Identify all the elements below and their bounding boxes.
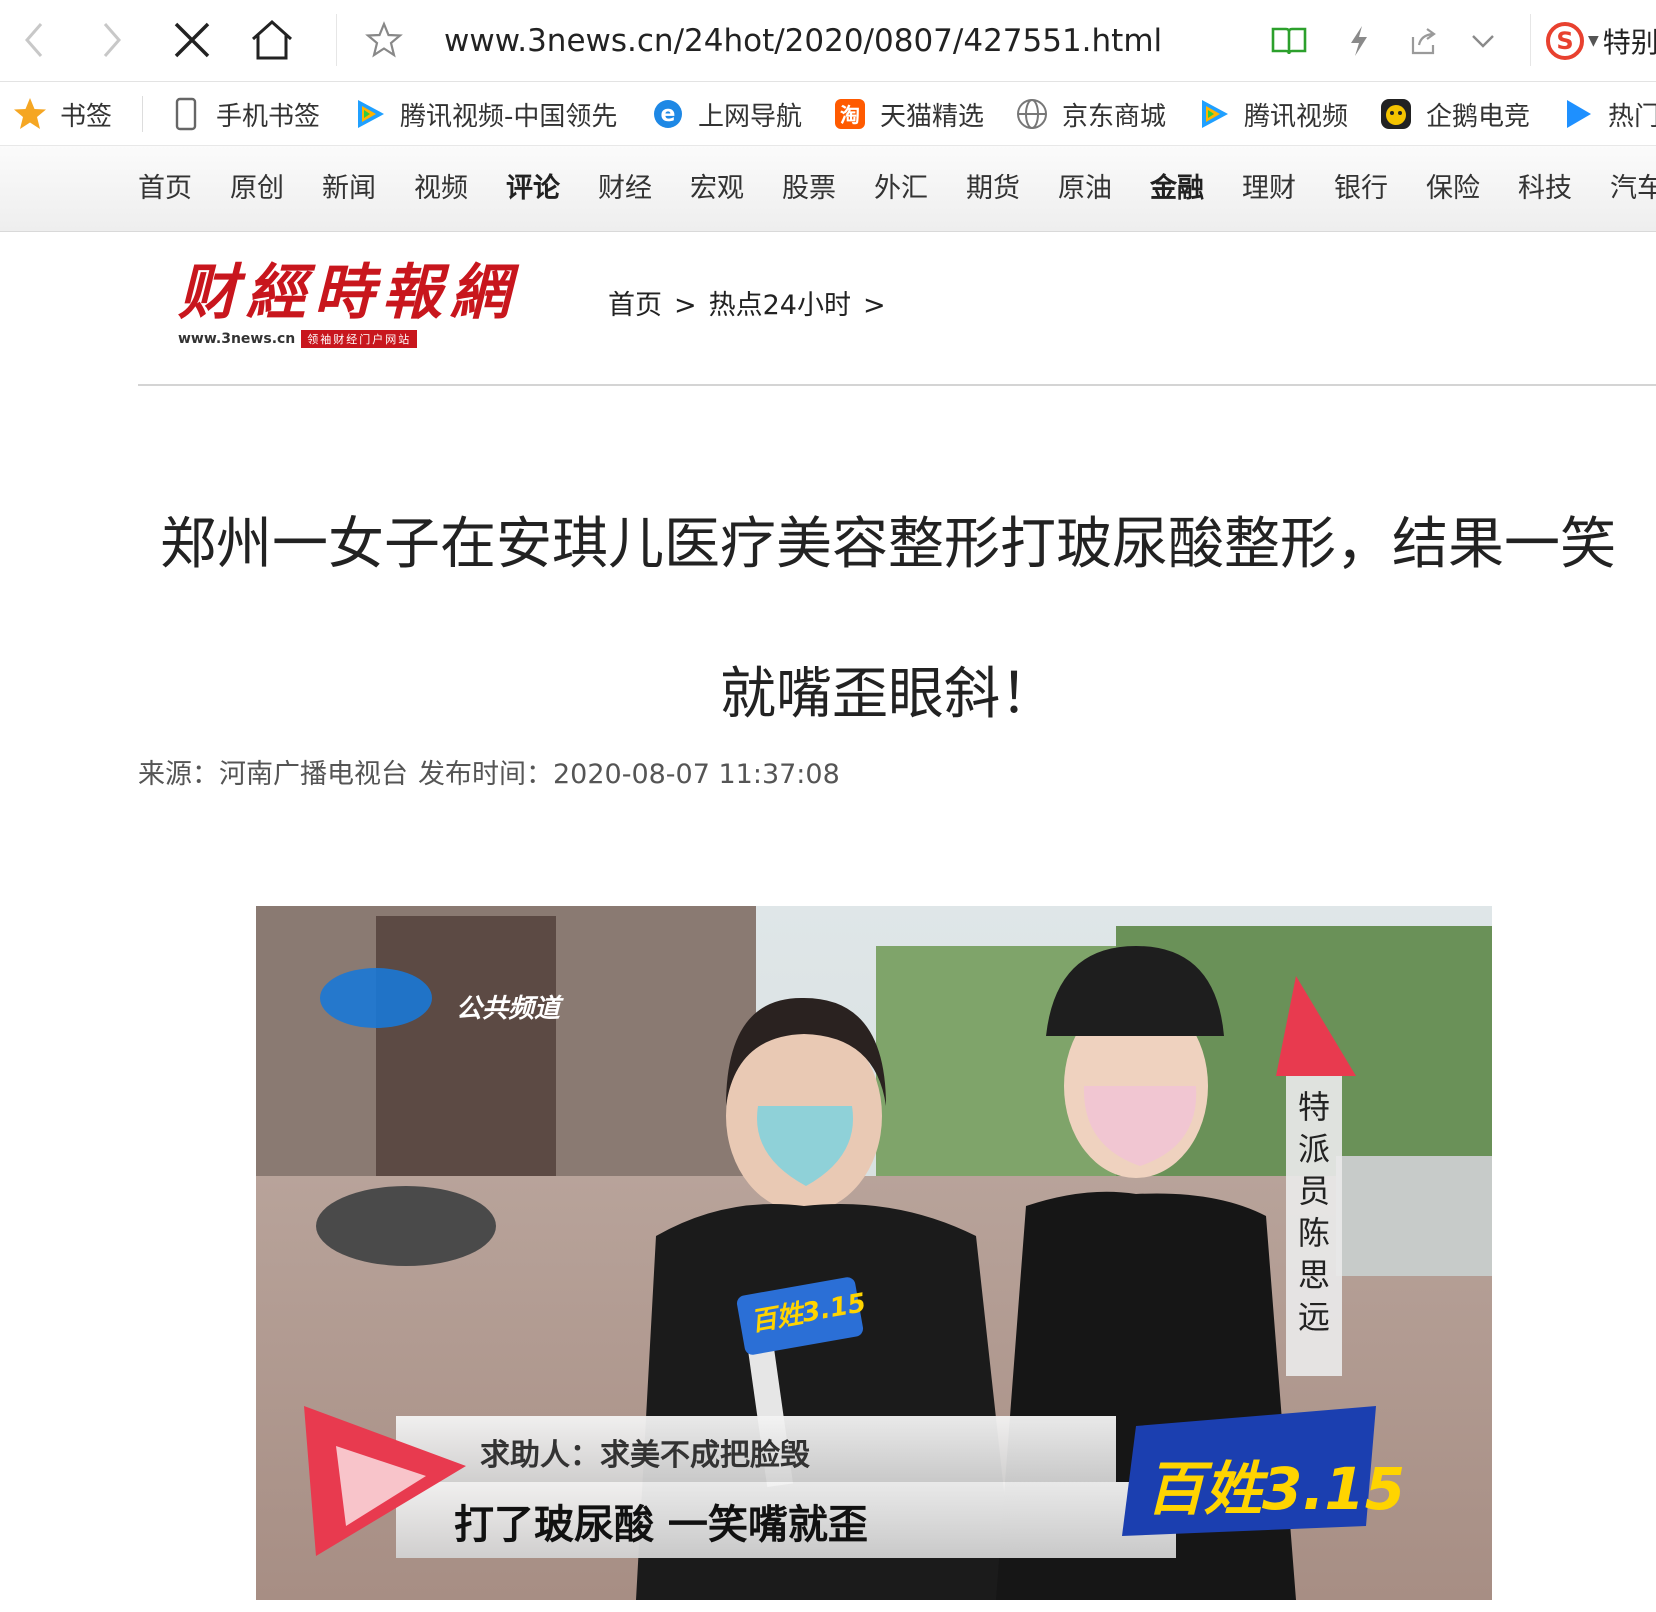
home-icon [251,19,293,60]
search-engine-selector[interactable]: S ▼ 特别 [1546,18,1656,64]
forward-button[interactable] [86,14,138,66]
breadcrumb: 首页 > 热点24小时 > [608,286,886,326]
speed-mode-button[interactable] [1336,18,1382,64]
back-button[interactable] [8,14,60,66]
scene-railing [1336,1156,1492,1276]
article-source: 来源：河南广播电视台 [138,759,408,790]
header-divider [138,384,1656,386]
nav-link-futures[interactable]: 期货 [966,146,1020,232]
bookmark-item-tmall[interactable]: 淘 天猫精选 [832,82,984,146]
bookmark-item-jd[interactable]: 京东商城 [1014,82,1166,146]
nav-link-auto[interactable]: 汽车 [1610,146,1656,232]
article-title: 郑州一女子在安琪儿医疗美容整形打玻尿酸整形，结果一笑就嘴歪眼斜！ [160,512,1616,727]
search-box-text[interactable]: 特别 [1603,21,1656,61]
bookmark-item-mobile[interactable]: 手机书签 [168,82,320,146]
bookmark-label: 天猫精选 [880,101,985,132]
chevron-right-icon [103,23,121,57]
nav-link-stocks[interactable]: 股票 [782,146,836,232]
ie-icon: e [650,96,686,132]
scene-scooter [316,1186,496,1266]
play-icon [1560,96,1596,132]
home-button[interactable] [246,14,298,66]
channel-logo-icon [320,968,432,1028]
nav-link-home[interactable]: 首页 [138,146,192,232]
bookmarks-bar: 书签 手机书签 腾讯视频-中国领先 e 上网导航 淘 天猫精选 京东商城 腾讯视… [0,82,1656,146]
nav-link-wealth[interactable]: 理财 [1242,146,1296,232]
breadcrumb-separator: > [862,290,886,321]
article-published-time: 发布时间：2020-08-07 11:37:08 [418,759,840,790]
caret-down-icon: ▼ [1588,33,1599,49]
nav-link-original[interactable]: 原创 [230,146,284,232]
share-icon [1411,28,1436,55]
star-outline-icon [365,21,403,58]
chevron-left-icon [25,23,43,57]
nav-link-finance[interactable]: 财经 [598,146,652,232]
bookmark-label: 腾讯视频 [1244,101,1349,132]
logo-tagline: 领袖财经门户网站 [301,330,418,348]
share-button[interactable] [1400,18,1446,64]
nav-link-bank[interactable]: 银行 [1334,146,1388,232]
address-field[interactable]: www.3news.cn/24hot/2020/0807/427551.html [444,18,1162,64]
bookmark-item-tencent-video-cn[interactable]: 腾讯视频-中国领先 [352,82,620,146]
nav-link-tech[interactable]: 科技 [1518,146,1572,232]
taobao-icon: 淘 [832,96,868,132]
penguin-icon [1378,96,1414,132]
nav-link-macro[interactable]: 宏观 [690,146,744,232]
bookmark-label: 手机书签 [216,101,321,132]
bookmark-item-tencent-video[interactable]: 腾讯视频 [1196,82,1348,146]
tencent-video-icon [1196,96,1232,132]
nav-link-forex[interactable]: 外汇 [874,146,928,232]
scene-building-dark [376,916,556,1196]
star-icon [12,96,48,132]
bookmark-label: 企鹅电竞 [1426,101,1531,132]
bookmark-page-button[interactable] [358,14,410,66]
bookmark-label: 热门 [1608,101,1656,132]
nav-link-crude-oil[interactable]: 原油 [1058,146,1112,232]
phone-icon [168,96,204,132]
toolbar-divider [1530,14,1531,66]
more-menu-button[interactable] [1460,18,1506,64]
logo-url: www.3news.cn [178,331,296,347]
lightning-icon [1351,26,1367,56]
program-logo: 百姓3.15 [1146,1455,1406,1523]
reader-mode-button[interactable] [1266,18,1312,64]
bookmark-label: 腾讯视频-中国领先 [400,101,618,132]
article-image: 公共频道 求助人：求美不成把脸毁 打了玻尿酸 一笑嘴就歪 特派员 陈思远 百姓3… [256,906,1492,1600]
bookmark-label: 书签 [60,101,113,132]
bookmark-item-hot[interactable]: 热门 [1560,82,1656,146]
chevron-down-icon [1472,35,1494,48]
svg-text:e: e [661,102,676,127]
bookmark-label: 上网导航 [698,101,803,132]
logo-text: 财經時報網 [178,258,518,328]
bookmarks-divider [142,96,143,132]
nav-link-banking-finance[interactable]: 金融 [1150,146,1204,232]
bookmark-label: 京东商城 [1062,101,1167,132]
svg-text:淘: 淘 [840,103,860,127]
nav-link-news[interactable]: 新闻 [322,146,376,232]
bookmark-item-bookmarks[interactable]: 书签 [12,82,112,146]
bookmark-item-esports[interactable]: 企鹅电竞 [1378,82,1530,146]
bookmark-item-nav[interactable]: e 上网导航 [650,82,802,146]
book-icon [1271,27,1307,55]
caption-line-2: 打了玻尿酸 一笑嘴就歪 [454,1502,868,1548]
breadcrumb-home[interactable]: 首页 [608,286,662,326]
channel-logo: 公共频道 [456,994,561,1024]
nav-link-video[interactable]: 视频 [414,146,468,232]
sogou-icon: S [1546,22,1584,60]
nav-link-insurance[interactable]: 保险 [1426,146,1480,232]
site-nav: 首页 原创 新闻 视频 评论 财经 宏观 股票 外汇 期货 原油 金融 理财 银… [0,146,1656,232]
toolbar-divider [336,14,337,66]
site-logo[interactable]: 财經時報網 www.3news.cn 领袖财经门户网站 [178,258,518,354]
breadcrumb-section[interactable]: 热点24小时 [709,286,851,326]
breadcrumb-separator: > [674,290,697,321]
browser-toolbar: www.3news.cn/24hot/2020/0807/427551.html… [0,0,1656,82]
article-meta: 来源：河南广播电视台 发布时间：2020-08-07 11:37:08 [138,756,840,794]
caption-line-1: 求助人：求美不成把脸毁 [480,1438,810,1473]
tencent-video-icon [352,96,388,132]
nav-link-commentary[interactable]: 评论 [506,146,560,232]
stop-button[interactable] [166,14,218,66]
reporter-label: 特派员 陈思远 [1297,1088,1330,1336]
close-icon [174,22,210,58]
globe-icon [1014,96,1050,132]
